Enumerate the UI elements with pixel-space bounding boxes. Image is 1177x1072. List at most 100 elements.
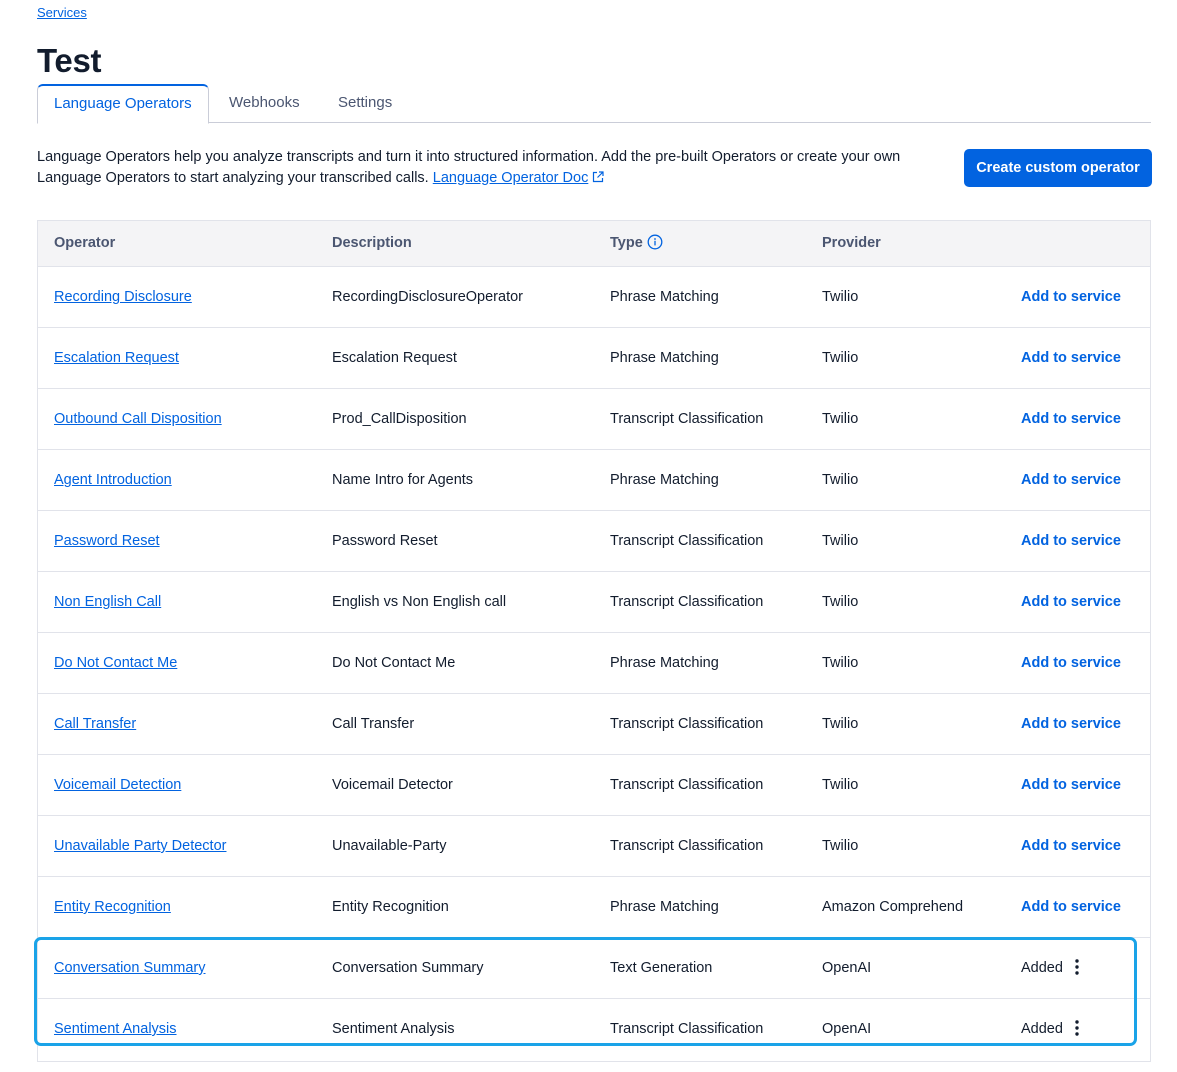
provider-cell: Twilio bbox=[822, 716, 859, 732]
table-row: Call Transfer Call Transfer Transcript Cla… bbox=[38, 694, 1150, 755]
action-cell: Add to service bbox=[1021, 572, 1121, 633]
table-row: Agent Introduction Name Intro for Agents P… bbox=[38, 450, 1150, 511]
table-row: Entity Recognition Entity Recognition Phra… bbox=[38, 877, 1150, 938]
operator-cell: Recording Disclosure bbox=[54, 267, 192, 328]
kebab-menu-icon[interactable] bbox=[1075, 942, 1079, 1003]
action-cell: Add to service bbox=[1021, 389, 1121, 450]
type-cell: Transcript Classification bbox=[610, 777, 764, 793]
table-row: Conversation Summary Conversation Summary… bbox=[38, 938, 1150, 999]
table-row: Non English Call English vs Non English c… bbox=[38, 572, 1150, 633]
operator-cell: Non English Call bbox=[54, 572, 161, 633]
kebab-menu-icon[interactable] bbox=[1075, 1003, 1079, 1064]
tab-webhooks[interactable]: Webhooks bbox=[229, 84, 300, 123]
provider-cell: OpenAI bbox=[822, 960, 872, 976]
action-cell: Add to service bbox=[1021, 511, 1121, 572]
header-description: Description bbox=[332, 235, 412, 251]
create-custom-operator-button[interactable]: Create custom operator bbox=[964, 149, 1152, 187]
operator-link[interactable]: Password Reset bbox=[54, 533, 160, 549]
operator-cell: Voicemail Detection bbox=[54, 755, 181, 816]
operator-cell: Call Transfer bbox=[54, 694, 136, 755]
description-cell: Name Intro for Agents bbox=[332, 472, 474, 488]
action-cell: Add to service bbox=[1021, 450, 1121, 511]
operator-link[interactable]: Entity Recognition bbox=[54, 899, 171, 915]
operator-link[interactable]: Agent Introduction bbox=[54, 472, 172, 488]
add-to-service-button[interactable]: Add to service bbox=[1021, 289, 1121, 305]
operator-link[interactable]: Outbound Call Disposition bbox=[54, 411, 222, 427]
type-cell: Transcript Classification bbox=[610, 716, 764, 732]
operator-link[interactable]: Unavailable Party Detector bbox=[54, 838, 226, 854]
description-cell: Escalation Request bbox=[332, 350, 457, 366]
header-type: Type bbox=[610, 221, 663, 269]
add-to-service-button[interactable]: Add to service bbox=[1021, 594, 1121, 610]
add-to-service-button[interactable]: Add to service bbox=[1021, 411, 1121, 427]
doc-link-label: Language Operator Doc bbox=[432, 169, 589, 186]
operator-cell: Unavailable Party Detector bbox=[54, 816, 226, 877]
action-cell: Add to service bbox=[1021, 633, 1121, 694]
action-cell: Added bbox=[1021, 938, 1079, 1003]
info-icon[interactable] bbox=[647, 224, 663, 269]
operator-cell: Sentiment Analysis bbox=[54, 999, 177, 1060]
type-cell: Phrase Matching bbox=[610, 899, 719, 915]
tab-language-operators[interactable]: Language Operators bbox=[37, 84, 209, 124]
add-to-service-button[interactable]: Add to service bbox=[1021, 899, 1121, 915]
add-to-service-button[interactable]: Add to service bbox=[1021, 472, 1121, 488]
operator-cell: Password Reset bbox=[54, 511, 160, 572]
provider-cell: Twilio bbox=[822, 594, 859, 610]
provider-cell: Twilio bbox=[822, 411, 859, 427]
add-to-service-button[interactable]: Add to service bbox=[1021, 838, 1121, 854]
breadcrumb-services-link[interactable]: Services bbox=[37, 5, 87, 20]
table-header: Operator Description Type Provider bbox=[38, 221, 1150, 267]
table-row: Recording Disclosure RecordingDisclosureO… bbox=[38, 267, 1150, 328]
add-to-service-button[interactable]: Add to service bbox=[1021, 533, 1121, 549]
provider-cell: Twilio bbox=[822, 777, 859, 793]
operator-cell: Do Not Contact Me bbox=[54, 633, 177, 694]
description-cell: English vs Non English call bbox=[332, 594, 507, 610]
type-cell: Transcript Classification bbox=[610, 1021, 764, 1037]
operator-link[interactable]: Call Transfer bbox=[54, 716, 136, 732]
tab-bar: Language Operators Webhooks Settings bbox=[37, 84, 1151, 124]
provider-cell: Twilio bbox=[822, 350, 859, 366]
provider-cell: Twilio bbox=[822, 655, 859, 671]
added-status: Added bbox=[1021, 1021, 1063, 1037]
operator-link[interactable]: Non English Call bbox=[54, 594, 161, 610]
action-cell: Add to service bbox=[1021, 267, 1121, 328]
operator-link[interactable]: Recording Disclosure bbox=[54, 289, 192, 305]
description-cell: Voicemail Detector bbox=[332, 777, 453, 793]
table-row: Outbound Call Disposition Prod_CallDispos… bbox=[38, 389, 1150, 450]
add-to-service-button[interactable]: Add to service bbox=[1021, 655, 1121, 671]
type-cell: Text Generation bbox=[610, 960, 713, 976]
action-cell: Add to service bbox=[1021, 694, 1121, 755]
page-title: Test bbox=[37, 42, 102, 79]
type-cell: Phrase Matching bbox=[610, 350, 719, 366]
operator-link[interactable]: Escalation Request bbox=[54, 350, 179, 366]
action-cell: Add to service bbox=[1021, 328, 1121, 389]
type-cell: Transcript Classification bbox=[610, 533, 764, 549]
operator-link[interactable]: Conversation Summary bbox=[54, 960, 206, 976]
description-cell: Prod_CallDisposition bbox=[332, 411, 467, 427]
provider-cell: Twilio bbox=[822, 838, 859, 854]
operator-link[interactable]: Voicemail Detection bbox=[54, 777, 181, 793]
operator-cell: Escalation Request bbox=[54, 328, 179, 389]
operator-cell: Conversation Summary bbox=[54, 938, 206, 999]
operator-link[interactable]: Sentiment Analysis bbox=[54, 1021, 177, 1037]
table-row: Unavailable Party Detector Unavailable-Pa… bbox=[38, 816, 1150, 877]
action-cell: Added bbox=[1021, 999, 1079, 1064]
provider-cell: Twilio bbox=[822, 289, 859, 305]
add-to-service-button[interactable]: Add to service bbox=[1021, 350, 1121, 366]
table-row: Escalation Request Escalation Request Phra… bbox=[38, 328, 1150, 389]
add-to-service-button[interactable]: Add to service bbox=[1021, 777, 1121, 793]
action-cell: Add to service bbox=[1021, 877, 1121, 938]
operator-cell: Agent Introduction bbox=[54, 450, 172, 511]
language-operator-doc-link[interactable]: Language Operator Doc bbox=[433, 170, 589, 186]
header-provider: Provider bbox=[822, 235, 881, 251]
tab-settings[interactable]: Settings bbox=[338, 84, 392, 123]
operators-table: Operator Description Type Provider Recor… bbox=[37, 220, 1151, 1062]
operator-link[interactable]: Do Not Contact Me bbox=[54, 655, 177, 671]
table-row: Do Not Contact Me Do Not Contact Me Phrase… bbox=[38, 633, 1150, 694]
provider-cell: Twilio bbox=[822, 533, 859, 549]
add-to-service-button[interactable]: Add to service bbox=[1021, 716, 1121, 732]
external-link-icon bbox=[592, 169, 604, 190]
type-cell: Phrase Matching bbox=[610, 655, 719, 671]
type-cell: Phrase Matching bbox=[610, 472, 719, 488]
description-cell: Unavailable-Party bbox=[332, 838, 447, 854]
